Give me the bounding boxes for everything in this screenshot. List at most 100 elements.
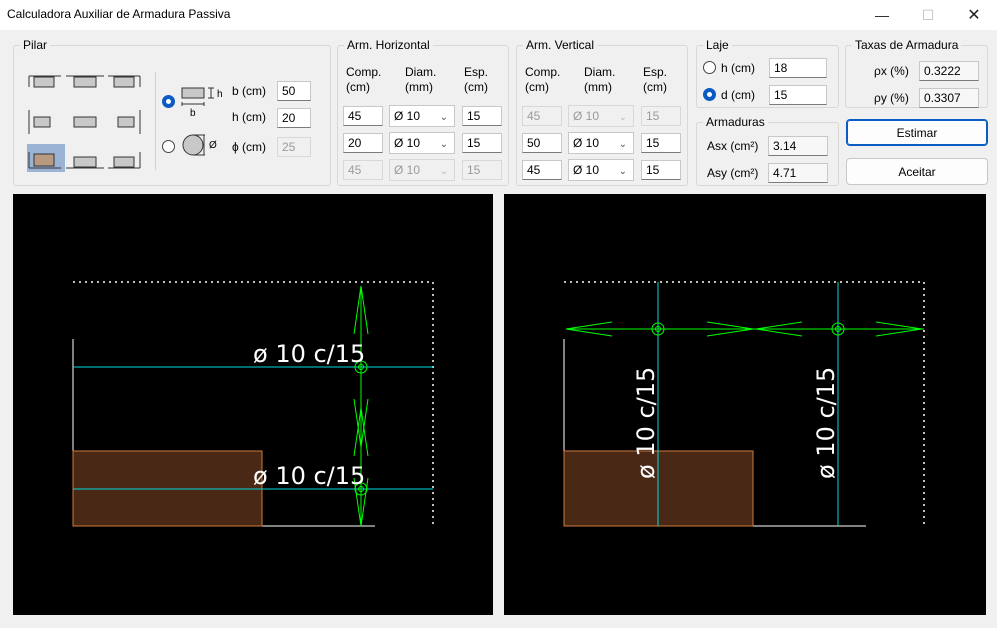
armaduras-group: Armaduras Asx (cm²) 3.14 Asy (cm²) 4.71 [696, 115, 839, 186]
pilar-pos-bottom-right[interactable] [108, 152, 141, 169]
arm-v-row3-comp[interactable]: 45 [522, 160, 562, 180]
arm-horizontal-group: Arm. Horizontal Comp. (cm) Diam. (mm) Es… [337, 38, 509, 186]
pilar-pos-mid-right[interactable] [117, 110, 141, 134]
arm-h-row2-diam[interactable]: Ø 10 ⌄ [389, 132, 455, 154]
asx-label: Asx (cm²) [707, 139, 759, 153]
arm-h-row2-diam-value: Ø 10 [394, 136, 421, 150]
arm-v-col-diam: Diam. (mm) [584, 65, 616, 94]
drawing-canvas-horizontal[interactable]: ø 10 c/15 ø 10 c/15 [13, 194, 493, 615]
pilar-pos-top-right[interactable] [108, 75, 141, 88]
rebar-label-right: ø 10 c/15 [812, 367, 840, 479]
chevron-down-icon: ⌄ [439, 112, 448, 123]
arm-v-row1-comp[interactable]: 45 [522, 106, 562, 126]
drawing-vertical-svg: ø 10 c/15 ø 10 c/15 [563, 281, 925, 527]
arm-h-col-esp: Esp. (cm) [464, 65, 489, 94]
pilar-b-input[interactable]: 50 [277, 81, 311, 101]
pilar-circ-radio[interactable] [162, 140, 175, 153]
arm-v-row1-diam-value: Ø 10 [573, 109, 600, 123]
arm-v-row2-comp[interactable]: 50 [522, 133, 562, 153]
laje-d-input[interactable]: 15 [769, 85, 827, 105]
arm-h-row3-esp[interactable]: 15 [462, 160, 502, 180]
arm-v-row1-esp[interactable]: 15 [641, 106, 681, 126]
pilar-group-title: Pilar [20, 38, 51, 52]
chevron-down-icon: ⌄ [618, 166, 627, 177]
aceitar-button[interactable]: Aceitar [846, 158, 988, 185]
pilar-phi-label: ϕ (cm) [232, 140, 267, 154]
arm-h-row3-diam-value: Ø 10 [394, 163, 421, 177]
arm-horizontal-title: Arm. Horizontal [344, 38, 433, 52]
maximize-icon: ☐ [921, 6, 935, 23]
arm-h-row1-esp[interactable]: 15 [462, 106, 502, 126]
drawing-horizontal-svg: ø 10 c/15 ø 10 c/15 [72, 281, 434, 527]
arm-h-row1-comp[interactable]: 45 [343, 106, 383, 126]
arm-h-row3-comp[interactable]: 45 [343, 160, 383, 180]
arm-v-row1-diam[interactable]: Ø 10 ⌄ [568, 105, 634, 127]
minimize-button[interactable]: — [859, 0, 905, 30]
px-value: 0.3222 [919, 61, 979, 81]
laje-group: Laje h (cm) 18 d (cm) 15 [696, 38, 839, 108]
pilar-h-label: h (cm) [232, 110, 266, 124]
pilar-pos-bottom-center[interactable] [66, 156, 104, 169]
arm-h-row2-comp[interactable]: 20 [343, 133, 383, 153]
laje-d-radio[interactable] [703, 88, 716, 101]
chevron-down-icon: ⌄ [439, 166, 448, 177]
arm-v-col-comp: Comp. (cm) [525, 65, 561, 94]
arm-v-row2-esp[interactable]: 15 [641, 133, 681, 153]
laje-h-label: h (cm) [721, 61, 755, 75]
rebar-label-bottom: ø 10 c/15 [253, 462, 365, 490]
estimar-button[interactable]: Estimar [846, 119, 988, 146]
arm-vertical-title: Arm. Vertical [523, 38, 598, 52]
armaduras-title: Armaduras [703, 115, 768, 129]
pilar-pos-mid-left[interactable] [28, 110, 51, 134]
maximize-button[interactable]: ☐ [905, 0, 951, 30]
arm-v-row3-diam[interactable]: Ø 10 ⌄ [568, 159, 634, 181]
taxas-group: Taxas de Armadura ρx (%) 0.3222 ρy (%) 0… [845, 38, 988, 108]
laje-title: Laje [703, 38, 732, 52]
chevron-down-icon: ⌄ [618, 139, 627, 150]
arm-h-row1-diam[interactable]: Ø 10 ⌄ [389, 105, 455, 127]
px-label: ρx (%) [874, 64, 909, 78]
taxas-title: Taxas de Armadura [852, 38, 962, 52]
arm-v-row3-diam-value: Ø 10 [573, 163, 600, 177]
pilar-position-grid [27, 75, 141, 172]
rebar-label-left: ø 10 c/15 [632, 367, 660, 479]
arm-h-col-diam: Diam. (mm) [405, 65, 437, 94]
close-button[interactable]: ✕ [951, 0, 997, 30]
py-value: 0.3307 [919, 88, 979, 108]
drawing-canvas-vertical[interactable]: ø 10 c/15 ø 10 c/15 [504, 194, 986, 615]
arm-v-col-esp: Esp. (cm) [643, 65, 668, 94]
rect-section-icon: h b [181, 87, 223, 119]
pilar-rect-radio[interactable] [162, 95, 175, 108]
arm-vertical-group: Arm. Vertical Comp. (cm) Diam. (mm) Esp.… [516, 38, 688, 186]
arm-v-row2-diam-value: Ø 10 [573, 136, 600, 150]
laje-h-input[interactable]: 18 [769, 58, 827, 78]
py-label: ρy (%) [874, 91, 909, 105]
asy-value: 4.71 [768, 163, 828, 183]
pilar-group: Pilar h b b (cm) 50 h (cm) 20 Ø ϕ (cm) 2… [13, 38, 331, 186]
circ-section-icon: Ø [182, 134, 217, 156]
rebar-label-top: ø 10 c/15 [253, 340, 365, 368]
pilar-pos-top-left[interactable] [28, 75, 61, 88]
laje-h-radio[interactable] [703, 61, 716, 74]
pilar-separator [155, 72, 156, 170]
chevron-down-icon: ⌄ [439, 139, 448, 150]
window-title: Calculadora Auxiliar de Armadura Passiva [7, 7, 231, 21]
rect-icon-b-text: b [190, 108, 196, 119]
asy-label: Asy (cm²) [707, 166, 759, 180]
pilar-b-label: b (cm) [232, 84, 266, 98]
pilar-phi-input[interactable]: 25 [277, 137, 311, 157]
pilar-pos-mid-center[interactable] [73, 116, 97, 128]
arm-v-row3-esp[interactable]: 15 [641, 160, 681, 180]
arm-h-row3-diam[interactable]: Ø 10 ⌄ [389, 159, 455, 181]
title-bar: Calculadora Auxiliar de Armadura Passiva… [0, 0, 997, 30]
pilar-pos-top-center[interactable] [66, 75, 104, 88]
arm-h-row1-diam-value: Ø 10 [394, 109, 421, 123]
arm-h-row2-esp[interactable]: 15 [462, 133, 502, 153]
pilar-h-input[interactable]: 20 [277, 108, 311, 128]
arm-v-row2-diam[interactable]: Ø 10 ⌄ [568, 132, 634, 154]
minimize-icon: — [875, 7, 889, 23]
circ-icon-phi-text: Ø [209, 140, 217, 151]
chevron-down-icon: ⌄ [618, 112, 627, 123]
arm-h-col-comp: Comp. (cm) [346, 65, 382, 94]
laje-d-label: d (cm) [721, 88, 755, 102]
